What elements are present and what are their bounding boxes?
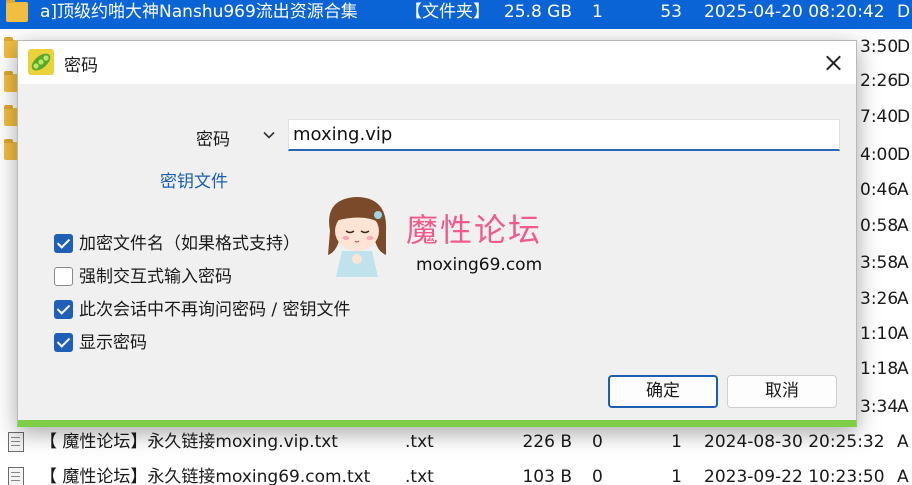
partial-time: 3:26: [860, 289, 899, 309]
partial-time: 0:58: [860, 216, 899, 236]
checkbox-label: 显示密码: [79, 333, 147, 353]
file-size: 103 B: [522, 467, 572, 485]
file-row[interactable]: 【 魔性论坛】永久链接moxing69.com.txt .txt 103 B 0…: [0, 461, 912, 485]
file-type: .txt: [405, 467, 434, 485]
file-attr: D: [897, 2, 911, 22]
checkbox-label: 此次会话中不再询问密码 / 密钥文件: [79, 300, 351, 320]
folder-icon: [6, 0, 28, 22]
watermark-url: moxing69.com: [416, 255, 543, 275]
ok-button[interactable]: 确定: [608, 375, 718, 408]
folder-icon: [4, 37, 18, 58]
partial-time: 3:50: [860, 37, 899, 57]
file-count-2: 1: [671, 467, 682, 485]
file-attr: A: [897, 432, 909, 452]
checkbox-checked[interactable]: [54, 333, 73, 352]
folder-icon: [4, 105, 18, 126]
folder-icon: [4, 139, 18, 160]
chevron-down-icon[interactable]: [262, 127, 276, 141]
checkbox-checked[interactable]: [54, 234, 73, 253]
partial-attr: D: [897, 107, 911, 127]
file-count-2: 1: [671, 432, 682, 452]
partial-attr: D: [897, 71, 911, 91]
checkbox-label: 加密文件名（如果格式支持）: [79, 234, 300, 254]
partial-time: 3:34: [860, 397, 899, 417]
partial-attr: D: [897, 37, 911, 57]
key-file-link[interactable]: 密钥文件: [160, 167, 228, 192]
partial-time: 2:26: [860, 71, 899, 91]
file-date: 2023-09-22 10:23:50: [704, 467, 885, 485]
partial-time: 7:40: [860, 107, 899, 127]
partial-attr: A: [897, 397, 909, 417]
partial-time: 1:10: [860, 324, 899, 344]
dialog-titlebar[interactable]: 密码: [18, 41, 856, 84]
partial-attr: A: [897, 289, 909, 309]
password-input[interactable]: [288, 119, 840, 151]
file-attr: A: [897, 467, 909, 485]
password-label: 密码: [196, 130, 230, 150]
file-row-folder[interactable]: a]顶级约啪大神Nanshu969流出资源合集 【文件夹】 25.8 GB 1 …: [0, 0, 912, 29]
file-size: 226 B: [522, 432, 572, 452]
file-name: a]顶级约啪大神Nanshu969流出资源合集: [40, 2, 358, 22]
partial-attr: A: [897, 216, 909, 236]
file-count-2: 53: [660, 2, 682, 22]
folder-icon: [4, 71, 18, 92]
file-size: 25.8 GB: [503, 2, 572, 22]
file-type: .txt: [405, 432, 434, 452]
file-date: 2024-08-30 20:25:32: [704, 432, 885, 452]
checkbox-checked[interactable]: [54, 300, 73, 319]
file-count-1: 0: [592, 432, 603, 452]
text-file-icon: [8, 432, 24, 452]
peapod-app-icon: [28, 49, 54, 75]
partial-time: 0:46: [860, 180, 899, 200]
watermark-forum-name: 魔性论坛: [406, 211, 543, 249]
partial-time: 4:00: [860, 145, 899, 165]
partial-attr: A: [897, 324, 909, 344]
checkbox-unchecked[interactable]: [54, 267, 73, 286]
partial-attr: A: [897, 359, 909, 379]
close-icon[interactable]: [814, 47, 852, 79]
partial-attr: A: [897, 180, 909, 200]
file-row[interactable]: 【 魔性论坛】永久链接moxing.vip.txt .txt 226 B 0 1…: [0, 426, 912, 459]
partial-attr: A: [897, 253, 909, 273]
dialog-title: 密码: [64, 56, 98, 76]
checkbox-label: 强制交互式输入密码: [79, 267, 232, 287]
file-date: 2025-04-20 08:20:42: [704, 2, 885, 22]
password-dialog: 密码 密码 密钥文件 加密文件名（如果格式支持） 强制交互式输入密码 此次会话中…: [17, 40, 857, 427]
file-count-1: 1: [592, 2, 603, 22]
partial-attr: D: [897, 145, 911, 165]
partial-time: 3:58: [860, 253, 899, 273]
mascot-girl-icon: [316, 191, 398, 281]
text-file-icon: [8, 467, 24, 485]
partial-time: 1:18: [860, 359, 899, 379]
file-name: 【 魔性论坛】永久链接moxing69.com.txt: [40, 467, 371, 485]
file-name: 【 魔性论坛】永久链接moxing.vip.txt: [40, 432, 338, 452]
file-count-1: 0: [592, 467, 603, 485]
cancel-button[interactable]: 取消: [727, 375, 837, 408]
